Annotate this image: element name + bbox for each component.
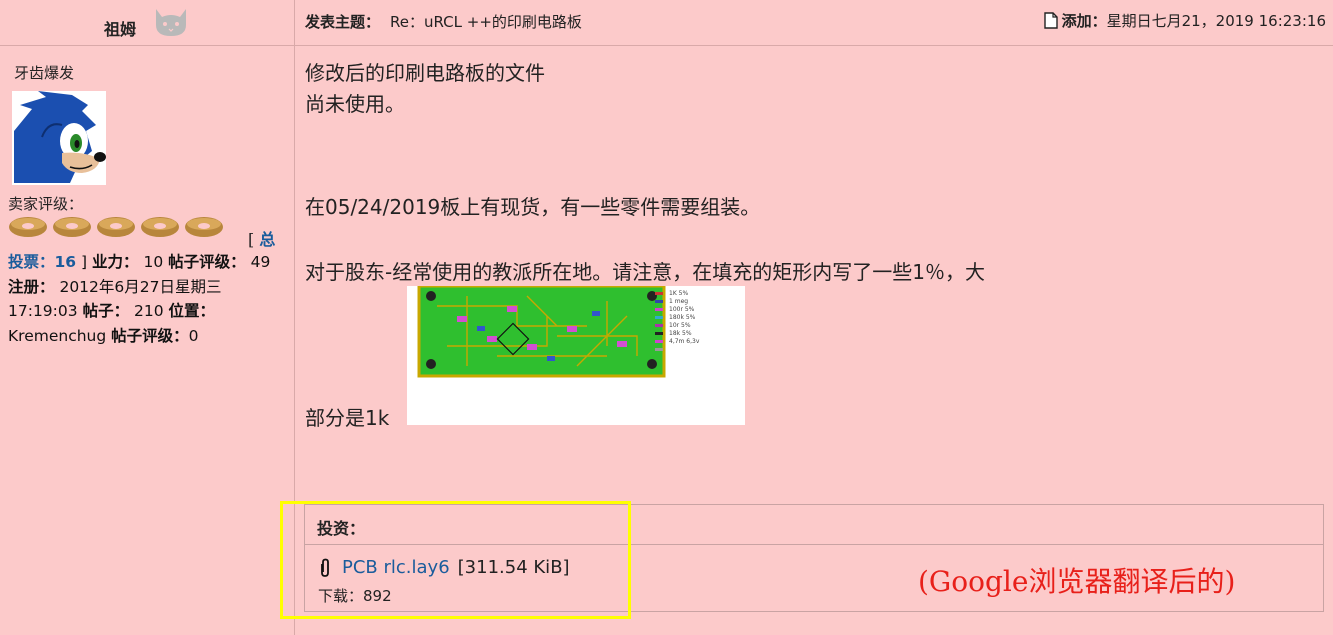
seller-rating-label: 卖家评级：	[8, 195, 84, 213]
paperclip-icon	[321, 558, 329, 577]
attachments-header: 投资：	[305, 505, 1323, 545]
subject-label: 发表主题：	[305, 13, 381, 31]
post-line: 在05/24/2019板上有现货，有一些零件需要组装。	[305, 195, 761, 219]
attachments-label: 投资：	[317, 519, 366, 538]
votes-bracket-close: ]	[81, 253, 88, 271]
post-rating-label: 帖子评级：	[168, 252, 246, 271]
sonic-avatar-image	[12, 91, 106, 185]
post-grade-label: 帖子评级：	[111, 325, 189, 345]
post-line: 对于股东-经常使用的教派所在地。请注意，在填充的矩形内写了一些1％，大	[305, 260, 985, 284]
karma-label: 业力：	[92, 252, 139, 271]
column-divider	[294, 0, 295, 635]
header-divider	[0, 45, 1333, 46]
seller-rating	[8, 216, 224, 238]
added-label: 添加：	[1061, 12, 1107, 30]
pcb-legend-label: 10r 5%	[669, 322, 691, 329]
registered-label: 注册：	[8, 276, 55, 296]
post-subject: 发表主题： Re：uRCL ++的印刷电路板	[305, 11, 582, 32]
post-date: 添加： 星期日七月21，2019 16:23:16	[1043, 10, 1326, 31]
pcb-board-image: 1K 5% 1 meg 100r 5% 180k 5% 10r 5% 18k 5…	[407, 284, 745, 425]
post-line: 尚未使用。	[305, 92, 405, 116]
pcb-image[interactable]: 1K 5% 1 meg 100r 5% 180k 5% 10r 5% 18k 5…	[407, 284, 745, 425]
author-name[interactable]: 祖姆	[104, 16, 136, 40]
pcb-legend-label: 180k 5%	[669, 314, 696, 321]
donut-icon	[53, 217, 91, 237]
download-count: 下载：892	[318, 585, 392, 606]
rank-title: 牙齿爆发	[14, 64, 75, 82]
karma-value: 10	[143, 253, 164, 271]
post-line: 部分是1k	[305, 406, 390, 430]
donut-icon	[141, 217, 179, 237]
post-rating-value: 49	[250, 253, 271, 271]
pcb-legend-label: 18k 5%	[669, 330, 692, 337]
subject-value[interactable]: Re：uRCL ++的印刷电路板	[390, 13, 582, 31]
votes-label[interactable]: 投票：	[8, 252, 55, 271]
donut-icon	[9, 217, 47, 237]
location-label: 位置：	[168, 301, 216, 320]
posts-value: 210	[134, 302, 164, 320]
summary-link[interactable]: 总	[259, 230, 275, 249]
attachment-size: [311.54 KiB]	[457, 557, 570, 578]
post-spacer	[305, 223, 985, 257]
post-spacer	[305, 120, 985, 192]
summary-bracket-open: [	[248, 230, 255, 249]
post-grade-value: 0	[188, 326, 199, 345]
author-header: 祖姆	[0, 0, 294, 45]
post-link-icon[interactable]	[1043, 12, 1058, 29]
votes-value[interactable]: 16	[55, 253, 77, 271]
post-line: 修改后的印刷电路板的文件	[305, 61, 545, 85]
downloads-value: 892	[363, 587, 392, 605]
pcb-legend-label: 1K 5%	[669, 290, 688, 297]
pcb-legend-label: 100r 5%	[669, 306, 695, 313]
profile-stats: 投票：16 ] 业力： 10 帖子评级： 49 注册： 2012年6月27日星期…	[8, 250, 290, 348]
posts-label: 帖子：	[82, 301, 130, 320]
donut-icon	[185, 217, 223, 237]
location-value: Kremenchug	[8, 326, 107, 345]
cat-icon	[156, 9, 186, 36]
added-value: 星期日七月21，2019 16:23:16	[1106, 12, 1326, 30]
pcb-legend-label: 4,7m 6,3v	[669, 338, 700, 345]
rating-summary: [ 总	[248, 226, 275, 250]
donut-icon	[97, 217, 135, 237]
pcb-legend-label: 1 meg	[669, 298, 688, 305]
translation-note: (Google浏览器翻译后的)	[918, 565, 1236, 598]
attachment-link[interactable]: PCB rlc.lay6	[342, 557, 450, 578]
attachment-file: PCB rlc.lay6 [311.54 KiB]	[318, 557, 570, 578]
downloads-label: 下载：	[318, 587, 364, 605]
avatar	[12, 91, 106, 185]
post-body: 修改后的印刷电路板的文件 尚未使用。 在05/24/2019板上有现货，有一些零…	[305, 58, 985, 288]
